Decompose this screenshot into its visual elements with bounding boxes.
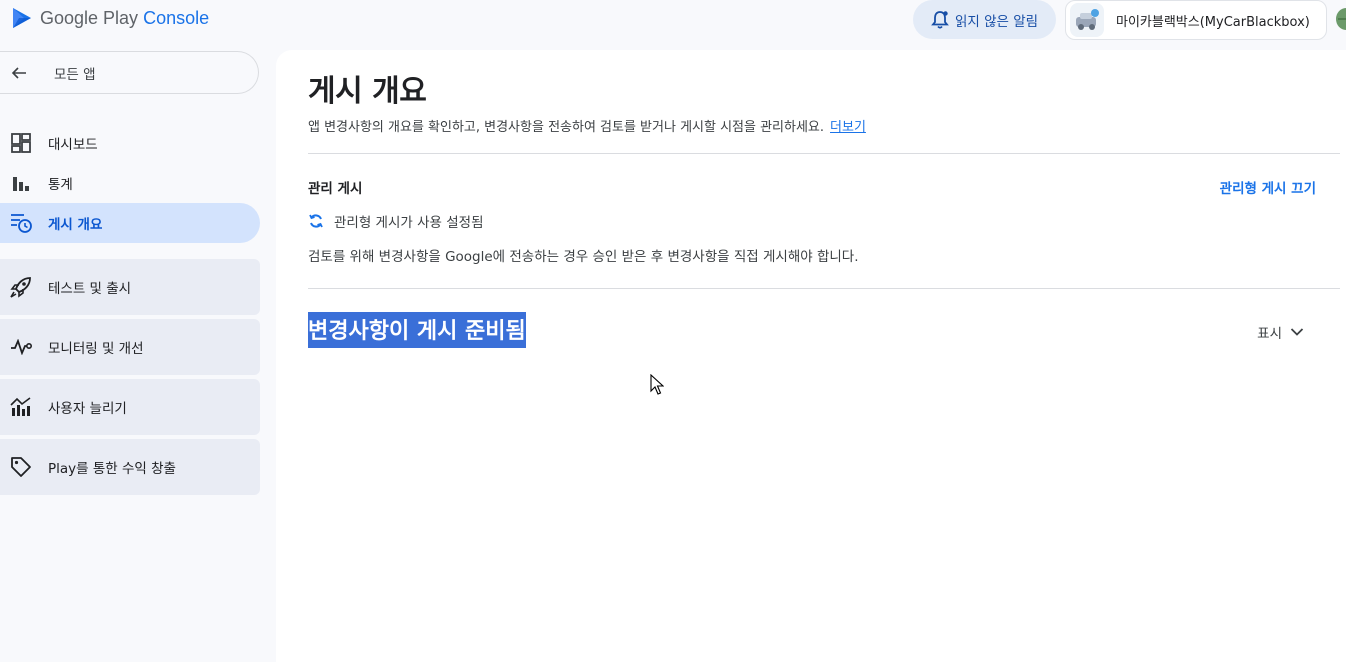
all-apps-label: 모든 앱 [54,66,96,83]
main-content: 게시 개요 앱 변경사항의 개요를 확인하고, 변경사항을 전송하여 검토를 받… [276,50,1346,662]
page-description-text: 앱 변경사항의 개요를 확인하고, 변경사항을 전송하여 검토를 받거나 게시할… [308,120,825,135]
sidebar-group-test-and-release[interactable]: 테스트 및 출시 [0,259,260,315]
play-console-logo[interactable]: Google Play Console [10,6,209,30]
sidebar-group-monetize[interactable]: Play를 통한 수익 창출 [0,439,260,495]
managed-status-text: 관리형 게시가 사용 설정됨 [334,215,484,231]
account-name: 마이카블랙박스(MyCarBlackbox) [1116,14,1310,30]
app-account-switcher[interactable]: 마이카블랙박스(MyCarBlackbox) [1065,0,1327,40]
arrow-back-icon [11,66,26,79]
page-description: 앱 변경사항의 개요를 확인하고, 변경사항을 전송하여 검토를 받거나 게시할… [308,116,866,135]
show-changes-button[interactable]: 표시 [1257,322,1304,342]
show-label: 표시 [1257,326,1282,342]
chevron-down-icon [1290,328,1304,336]
app-avatar [1070,3,1104,37]
publishing-overview-icon [10,212,32,234]
top-bar: Google Play Console 읽지 않은 알림 마이카블랙박스(MyC… [0,0,1346,40]
sidebar-group-label: 테스트 및 출시 [48,281,132,297]
car-app-icon [1076,9,1099,30]
growth-chart-icon [9,395,33,419]
sidebar-group-grow-users[interactable]: 사용자 늘리기 [0,379,260,435]
page-title: 게시 개요 [308,74,427,109]
sidebar-nav: 모든 앱 대시보드 통계 게시 개요 테스트 및 출시 모니터링 및 개선 사용… [0,50,275,662]
notifications-label: 읽지 않은 알림 [954,13,1039,30]
sidebar-group-label: Play를 통한 수익 창출 [48,461,176,477]
sync-icon [309,214,323,228]
sidebar-item-statistics[interactable]: 통계 [0,163,260,203]
managed-publishing-description: 검토를 위해 변경사항을 Google에 전송하는 경우 승인 받은 후 변경사… [308,249,859,265]
dashboard-icon [10,132,32,154]
mouse-cursor-icon [650,374,664,395]
tag-icon [9,455,33,479]
sidebar-group-label: 사용자 늘리기 [48,401,127,417]
divider [308,288,1340,289]
sidebar-item-label: 게시 개요 [48,217,103,233]
rocket-icon [9,275,33,299]
pulse-icon [9,335,33,359]
all-apps-back-button[interactable]: 모든 앱 [0,51,259,94]
unread-notifications-button[interactable]: 읽지 않은 알림 [913,0,1056,39]
sidebar-group-monitoring[interactable]: 모니터링 및 개선 [0,319,260,375]
changes-ready-title: 변경사항이 게시 준비됨 [308,312,526,348]
sidebar-group-label: 모니터링 및 개선 [48,341,144,357]
profile-avatar-icon[interactable] [1334,6,1346,32]
managed-publishing-status: 관리형 게시가 사용 설정됨 [308,211,484,231]
divider [308,153,1340,154]
sidebar-item-dashboard[interactable]: 대시보드 [0,123,260,163]
managed-publishing-title: 관리 게시 [308,181,363,197]
sidebar-item-publishing-overview[interactable]: 게시 개요 [0,203,260,243]
sidebar-item-label: 통계 [48,177,73,193]
bell-icon [931,10,949,29]
sidebar-item-label: 대시보드 [48,137,98,153]
play-console-logo-icon [13,8,31,28]
bar-chart-icon [10,172,32,194]
turn-off-managed-publishing-link[interactable]: 관리형 게시 끄기 [1220,177,1316,197]
logo-text: Google Play Console [40,7,210,28]
learn-more-link[interactable]: 더보기 [830,120,866,135]
